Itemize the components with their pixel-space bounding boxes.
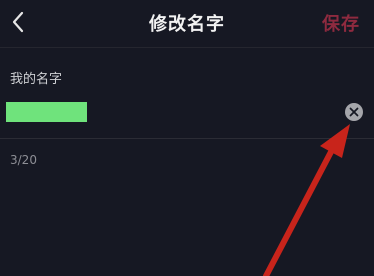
annotation-arrow-icon bbox=[263, 124, 350, 276]
